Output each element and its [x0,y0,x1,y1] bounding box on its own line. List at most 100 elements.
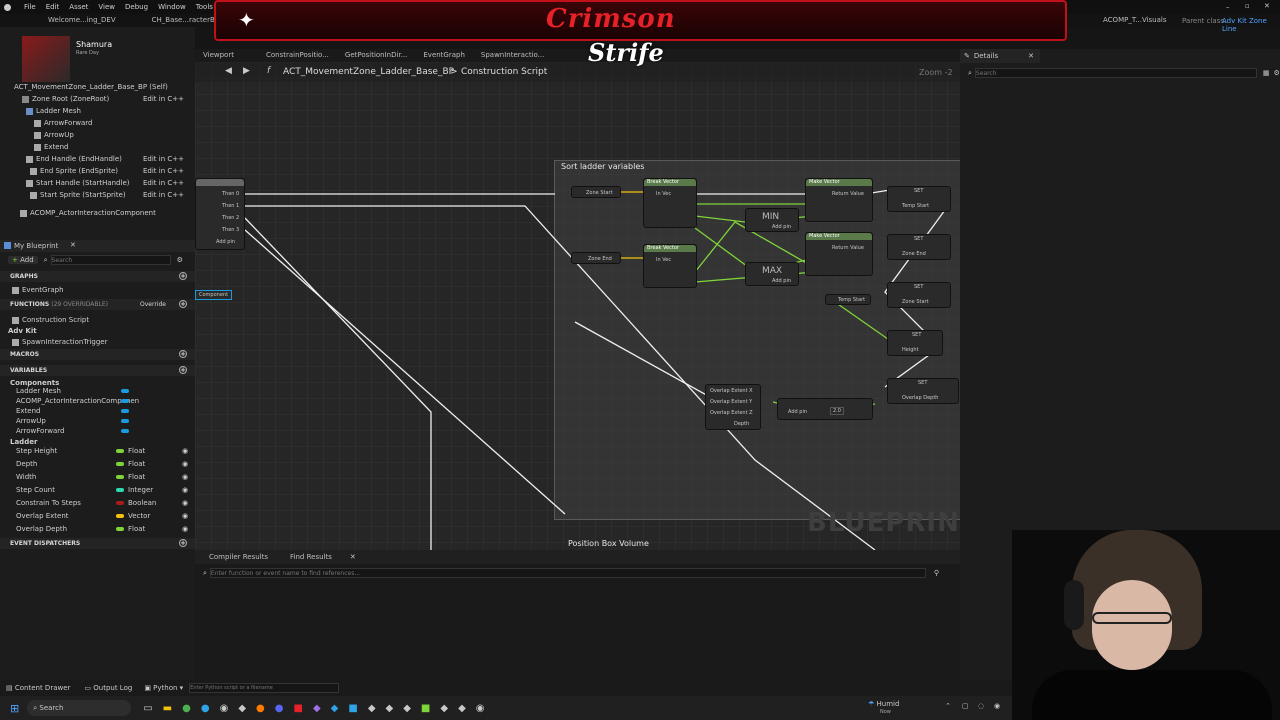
tab-event-graph[interactable]: EventGraph [415,49,473,62]
variables-header[interactable]: VARIABLES + [0,365,195,376]
add-variable-icon[interactable]: + [179,366,187,374]
add-graph-icon[interactable]: + [179,272,187,280]
tree-item-end-handle[interactable]: End Handle (EndHandle) Edit in C++ [0,153,190,165]
chrome-icon[interactable]: ● [182,703,191,714]
zone-start-getter[interactable]: Zone Start [571,186,621,198]
find-references-input[interactable] [209,568,926,578]
tree-item-start-handle[interactable]: Start Handle (StartHandle) Edit in C++ [0,177,190,189]
var-width[interactable]: Width Float ◉ [16,471,194,484]
multiply-node[interactable]: Add pin 2.0 [777,398,873,420]
edit-cpp-link[interactable]: Edit in C++ [143,189,184,201]
function-spawn-interaction-trigger[interactable]: SpawnInteractionTrigger [0,336,190,348]
blueprint-graph-canvas[interactable]: Sort ladder variables Then 0 Then 1 Then [195,62,960,550]
menu-view[interactable]: View [98,3,115,11]
tray-chevron-icon[interactable]: ⌃ [945,702,951,710]
functions-header[interactable]: FUNCTIONS (29 OVERRIDABLE) Override + [0,299,195,310]
max-node[interactable]: MAX Add pin [745,262,799,286]
var-overlap-extent[interactable]: Overlap Extent Vector ◉ [16,510,194,523]
component-getter[interactable]: Component [195,290,233,300]
set-zone-start-node[interactable]: SET Zone Start [887,282,951,308]
app-icon[interactable]: ◆ [440,703,448,714]
tray-icon[interactable]: ▢ [962,702,969,710]
add-macro-icon[interactable]: + [179,350,187,358]
details-tab[interactable]: ✎ Details ✕ [960,49,1040,63]
edit-cpp-link[interactable]: Edit in C++ [143,177,184,189]
explorer-icon[interactable]: ▬ [163,703,172,714]
app-icon[interactable]: ◆ [368,703,376,714]
edit-cpp-link[interactable]: Edit in C++ [143,93,184,105]
python-cmd-dropdown[interactable]: ▣ Python ▾ [144,684,183,692]
comment-position-box-volume[interactable]: Position Box Volume [568,539,649,548]
app-icon[interactable]: ◆ [386,703,394,714]
tab-get-position[interactable]: GetPositionInDir... [337,49,415,62]
add-function-icon[interactable]: + [179,300,187,308]
edit-cpp-link[interactable]: Edit in C++ [143,153,184,165]
seq-add-pin[interactable]: Add pin [216,239,235,245]
event-graph-item[interactable]: EventGraph [0,284,190,296]
close-icon[interactable]: ✕ [1264,2,1270,10]
zone-end-getter[interactable]: Zone End [571,252,621,264]
tab-viewport[interactable]: Viewport [195,49,242,62]
windows-start-icon[interactable]: ⊞ [10,702,19,715]
binoculars-icon[interactable]: ⚲ [934,569,939,577]
maximize-icon[interactable]: ▫ [1245,2,1250,10]
tab-constrain-position[interactable]: ConstrainPositio... [258,49,337,62]
edge-icon[interactable]: ● [201,703,210,714]
gear-icon[interactable]: ⚙ [177,256,183,264]
visibility-eye-icon[interactable]: ◉ [182,523,188,536]
tree-item-arrow-forward[interactable]: ArrowForward [0,117,190,129]
tab-welcome[interactable]: Welcome...ing_DEV [40,14,124,27]
make-vector-node-1[interactable]: Make Vector Return Value [805,178,873,222]
tab-compiler-results[interactable]: Compiler Results [201,551,276,564]
min-node[interactable]: MIN Add pin [745,208,799,232]
python-command-input[interactable] [189,683,340,693]
add-button[interactable]: + Add [8,256,38,264]
app-icon[interactable]: ◆ [238,703,246,714]
tree-item-extend[interactable]: Extend [0,141,190,153]
tree-item-self[interactable]: ACT_MovementZone_Ladder_Base_BP (Self) [0,81,190,93]
unreal-taskbar-icon[interactable]: ◉ [220,703,229,714]
set-height-node[interactable]: SET Height [887,330,943,356]
event-dispatchers-header[interactable]: EVENT DISPATCHERS + [0,538,195,549]
menu-window[interactable]: Window [158,3,186,11]
visibility-eye-icon[interactable]: ◉ [182,484,188,497]
graphs-header[interactable]: GRAPHS + [0,271,195,282]
app-icon[interactable]: ◆ [331,703,339,714]
seq-pin-then-0[interactable]: Then 0 [222,191,239,197]
tree-item-end-sprite[interactable]: End Sprite (EndSprite) Edit in C++ [0,165,190,177]
unreal-taskbar-icon[interactable]: ◉ [476,703,485,714]
visibility-eye-icon[interactable]: ◉ [182,458,188,471]
visibility-eye-icon[interactable]: ◉ [182,471,188,484]
break-overlap-extent-node[interactable]: Overlap Extent X Overlap Extent Y Overla… [705,384,761,430]
var-step-height[interactable]: Step Height Float ◉ [16,445,194,458]
visibility-eye-icon[interactable]: ◉ [182,510,188,523]
set-zone-end-node[interactable]: SET Zone End [887,234,951,260]
my-blueprint-tab[interactable]: My Blueprint ✕ [0,240,195,252]
seq-pin-then-1[interactable]: Then 1 [222,203,239,209]
parent-class-value[interactable]: Adv Kit Zone Line [1222,17,1280,33]
breadcrumb-blueprint[interactable]: ACT_MovementZone_Ladder_Base_BP [283,67,454,77]
edit-cpp-link[interactable]: Edit in C++ [143,165,184,177]
firefox-icon[interactable]: ● [256,703,265,714]
visibility-eye-icon[interactable]: ◉ [182,497,188,510]
sequence-node[interactable]: Then 0 Then 1 Then 2 Then 3 Add pin [195,178,245,250]
back-arrow-icon[interactable]: ◀ [225,66,232,76]
var-step-count[interactable]: Step Count Integer ◉ [16,484,194,497]
blueprint-search-input[interactable] [50,255,171,265]
tree-item-arrow-up[interactable]: ArrowUp [0,129,190,141]
grid-view-icon[interactable]: ▦ [1263,69,1270,77]
set-temp-start-node[interactable]: SET Temp Start [887,186,951,212]
taskview-icon[interactable]: ▭ [143,703,152,714]
make-vector-node-2[interactable]: Make Vector Return Value [805,232,873,276]
tree-item-zone-root[interactable]: Zone Root (ZoneRoot) Edit in C++ [0,93,190,105]
temp-start-getter[interactable]: Temp Start [825,294,871,305]
tree-item-interaction-component[interactable]: ACOMP_ActorInteractionComponent [0,207,190,219]
app-icon[interactable]: ■ [421,703,430,714]
var-overlap-depth[interactable]: Overlap Depth Float ◉ [16,523,194,536]
menu-file[interactable]: File [24,3,36,11]
break-vector-node-2[interactable]: Break Vector In Vec [643,244,697,288]
macros-header[interactable]: MACROS + [0,349,195,360]
tree-item-ladder-mesh[interactable]: Ladder Mesh [0,105,190,117]
tab-find-results[interactable]: Find Results [282,551,340,564]
override-dropdown[interactable]: Override [140,299,166,310]
